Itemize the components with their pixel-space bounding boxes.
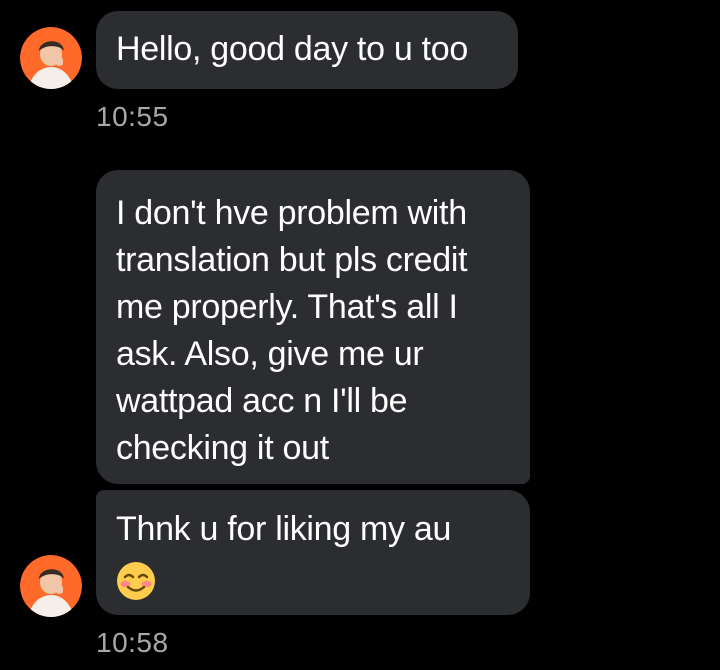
message-bubble[interactable]: Hello, good day to u too — [96, 11, 518, 89]
smiling-face-with-blush-icon — [116, 561, 508, 614]
message-text: Hello, good day to u too — [116, 30, 468, 68]
message-text-line: wattpad acc n I'll be — [116, 382, 408, 420]
message-text-line: translation but pls credit — [116, 241, 468, 279]
contact-avatar[interactable] — [20, 27, 82, 89]
message-bubble[interactable]: Thnk u for liking my au — [96, 490, 530, 615]
message-text-line: checking it out — [116, 429, 329, 467]
message-text-line: me properly. That's all I — [116, 288, 458, 326]
contact-avatar[interactable] — [20, 555, 82, 617]
message-timestamp: 10:58 — [96, 627, 169, 658]
message-bubble[interactable]: I don't hve problem with translation but… — [96, 170, 530, 484]
avatar-photo-icon — [20, 27, 82, 89]
message-text-line: ask. Also, give me ur — [116, 335, 424, 373]
message-text-line: I don't hve problem with — [116, 194, 467, 232]
message-timestamp: 10:55 — [96, 101, 169, 132]
message-text: Thnk u for liking my au — [116, 510, 452, 548]
avatar-photo-icon — [20, 555, 82, 617]
